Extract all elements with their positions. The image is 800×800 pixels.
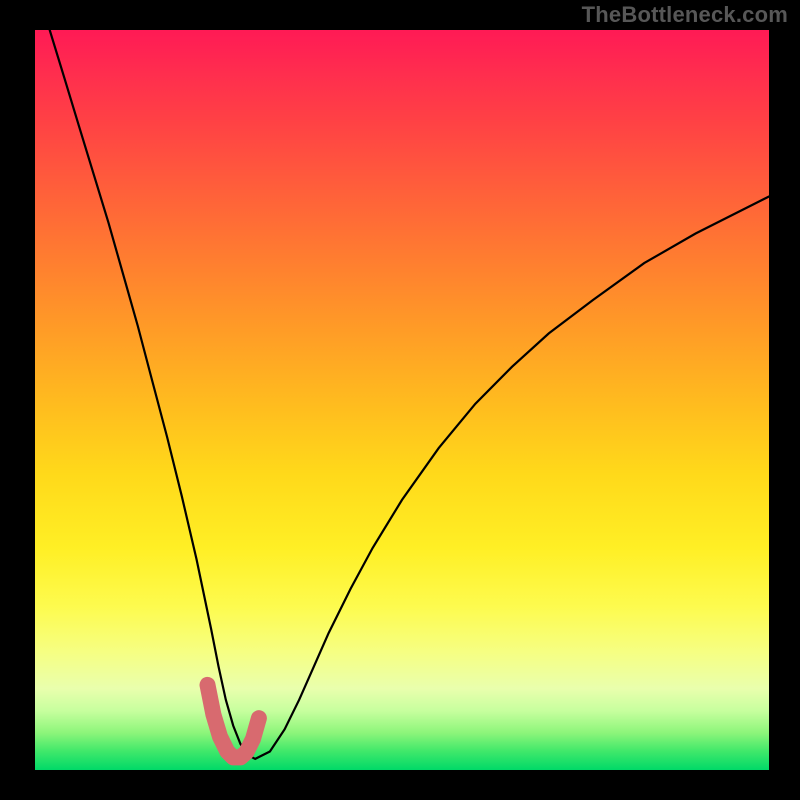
curve-layer [35,30,769,770]
plot-area [35,30,769,770]
chart-frame: TheBottleneck.com [0,0,800,800]
highlight-segment [208,685,259,758]
bottleneck-curve [50,30,769,759]
watermark-text: TheBottleneck.com [582,2,788,28]
